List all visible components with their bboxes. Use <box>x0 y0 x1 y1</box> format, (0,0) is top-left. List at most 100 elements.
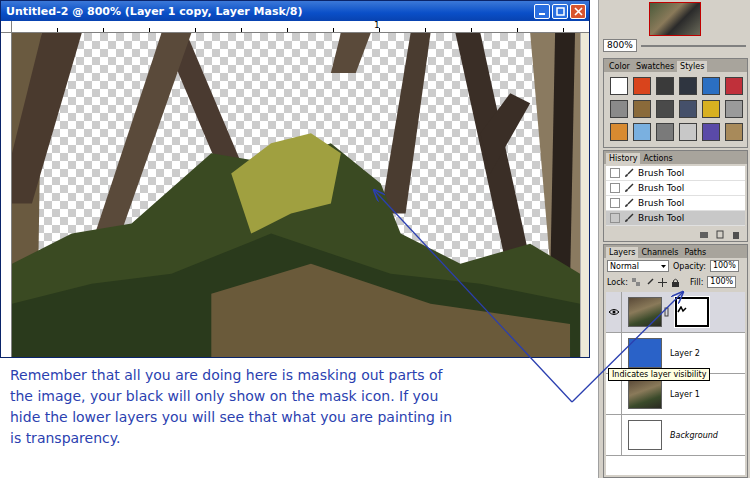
lock-paint-icon[interactable] <box>645 278 654 287</box>
style-swatch[interactable] <box>702 123 720 141</box>
trash-icon[interactable] <box>731 230 741 239</box>
navigator-thumbnail[interactable] <box>649 2 701 36</box>
panel-tab[interactable]: History <box>606 153 640 164</box>
style-swatch[interactable] <box>610 77 628 95</box>
layer-thumbnail[interactable] <box>628 379 662 409</box>
opacity-field[interactable]: 100% <box>710 260 739 272</box>
annotation-line: is transparency. <box>10 429 598 447</box>
history-label: Brush Tool <box>638 183 684 193</box>
close-button[interactable] <box>570 4 586 19</box>
history-label: Brush Tool <box>638 213 684 223</box>
title-bar[interactable]: Untitled-2 @ 800% (Layer 1 copy, Layer M… <box>1 1 589 21</box>
panel-tab[interactable]: Swatches <box>633 61 677 72</box>
style-swatch[interactable] <box>702 77 720 95</box>
eye-icon <box>608 308 620 316</box>
canvas[interactable] <box>12 33 580 357</box>
window-controls <box>534 4 586 19</box>
style-swatch[interactable] <box>679 77 697 95</box>
layer-name: Layer 1 <box>670 390 700 399</box>
style-swatch[interactable] <box>633 77 651 95</box>
panel-tab[interactable]: Layers <box>606 247 638 258</box>
arrow-to-canvas <box>374 190 572 402</box>
lock-row: Lock:Fill:100% <box>604 274 747 290</box>
layer-thumbnail[interactable] <box>628 420 662 450</box>
ruler-corner <box>1 21 12 32</box>
history-source-box[interactable] <box>610 183 620 193</box>
visibility-toggle[interactable] <box>606 415 622 455</box>
zoom-slider[interactable] <box>641 45 746 47</box>
history-item[interactable]: Brush Tool <box>606 211 745 226</box>
styles-tab-bar: ColorSwatchesStyles <box>604 59 747 72</box>
layer-thumbnail[interactable] <box>628 338 662 368</box>
style-swatch[interactable] <box>679 123 697 141</box>
history-source-box[interactable] <box>610 198 620 208</box>
style-swatch[interactable] <box>656 123 674 141</box>
layer-mask-thumbnail[interactable] <box>675 297 709 327</box>
history-source-box[interactable] <box>610 213 620 223</box>
layer-row[interactable] <box>606 292 745 333</box>
maximize-icon <box>556 7 565 16</box>
photoshop-screen: Untitled-2 @ 800% (Layer 1 copy, Layer M… <box>0 0 750 478</box>
styles-panel: ColorSwatchesStyles <box>603 58 748 148</box>
horizontal-ruler[interactable]: 1 <box>12 21 589 32</box>
visibility-toggle[interactable] <box>606 292 622 332</box>
new-document-icon[interactable] <box>715 230 725 239</box>
canvas-image <box>12 33 580 357</box>
history-item[interactable]: Brush Tool <box>606 166 745 181</box>
annotation-line: Remember that all you are doing here is … <box>10 366 598 384</box>
style-swatch[interactable] <box>633 123 651 141</box>
style-swatch[interactable] <box>656 100 674 118</box>
minimize-button[interactable] <box>534 4 550 19</box>
lock-transparency-icon[interactable] <box>632 278 641 287</box>
style-swatch[interactable] <box>656 77 674 95</box>
vertical-scrollbar[interactable] <box>580 33 589 357</box>
dropdown-arrow-icon <box>659 262 668 271</box>
panel-tab[interactable]: Actions <box>640 153 675 164</box>
panel-tab[interactable]: Color <box>606 61 633 72</box>
history-item[interactable]: Brush Tool <box>606 181 745 196</box>
style-swatch[interactable] <box>679 100 697 118</box>
history-icon-bar <box>604 228 747 241</box>
snapshot-icon[interactable] <box>699 230 709 239</box>
style-swatch[interactable] <box>725 77 743 95</box>
layer-row[interactable]: Background <box>606 415 745 456</box>
lock-move-icon[interactable] <box>658 278 667 287</box>
brush-icon <box>624 183 634 193</box>
blend-mode-select[interactable]: Normal <box>607 260 669 272</box>
maximize-button[interactable] <box>552 4 568 19</box>
minimize-icon <box>538 7 546 15</box>
style-swatch[interactable] <box>725 100 743 118</box>
layer-list: Layer 2Layer 1BackgroundIndicates layer … <box>606 292 745 475</box>
vertical-ruler[interactable] <box>1 33 12 357</box>
brush-icon <box>624 213 634 223</box>
visibility-toggle[interactable] <box>606 333 622 373</box>
annotation-arrows <box>0 0 750 478</box>
opacity-label: Opacity: <box>673 262 706 271</box>
panel-tab[interactable]: Paths <box>682 247 710 258</box>
lock-all-icon[interactable] <box>671 278 680 287</box>
arrow-to-mask <box>572 292 683 402</box>
navigator-zoom-row: 800% <box>599 39 750 52</box>
fill-field[interactable]: 100% <box>707 276 736 288</box>
layer-name: Background <box>670 431 718 440</box>
history-item[interactable]: Brush Tool <box>606 196 745 211</box>
blend-mode-value: Normal <box>610 262 639 271</box>
ruler-label: 1 <box>374 20 380 30</box>
close-icon <box>574 7 583 16</box>
document-body <box>1 33 589 357</box>
style-swatch[interactable] <box>610 100 628 118</box>
style-swatch[interactable] <box>633 100 651 118</box>
style-swatch[interactable] <box>610 123 628 141</box>
blend-row: Normal Opacity: 100% <box>604 258 747 274</box>
tooltip: Indicates layer visibility <box>608 368 710 381</box>
panel-tab[interactable]: Styles <box>677 61 707 72</box>
history-source-box[interactable] <box>610 168 620 178</box>
style-swatch[interactable] <box>725 123 743 141</box>
mask-strokes-icon <box>677 306 687 314</box>
zoom-field[interactable]: 800% <box>603 39 637 52</box>
layer-thumbnail[interactable] <box>628 297 662 327</box>
panel-tab[interactable]: Channels <box>638 247 681 258</box>
chain-link-icon <box>664 307 669 317</box>
document-window[interactable]: Untitled-2 @ 800% (Layer 1 copy, Layer M… <box>0 0 590 358</box>
style-swatch[interactable] <box>702 100 720 118</box>
